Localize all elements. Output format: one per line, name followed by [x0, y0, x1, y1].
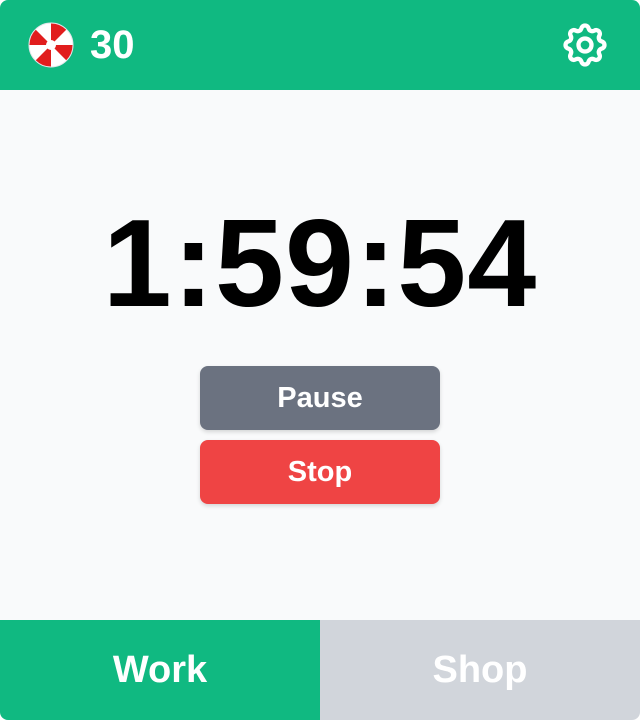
stop-button[interactable]: Stop [200, 440, 440, 504]
gear-icon [563, 23, 607, 67]
peppermint-candy-icon [28, 22, 74, 68]
points-display: 30 [28, 22, 135, 68]
pause-button[interactable]: Pause [200, 366, 440, 430]
bottom-tab-bar: Work Shop [0, 620, 640, 720]
pomodoro-app: 30 1:59:54 Pause Stop Work Shop [0, 0, 640, 720]
header-bar: 30 [0, 0, 640, 90]
points-value: 30 [90, 23, 135, 67]
timer-display: 1:59:54 [102, 195, 538, 333]
tab-work[interactable]: Work [0, 620, 320, 720]
tab-shop[interactable]: Shop [320, 620, 640, 720]
timer-panel: 1:59:54 Pause Stop [0, 90, 640, 620]
settings-button[interactable] [558, 18, 612, 72]
